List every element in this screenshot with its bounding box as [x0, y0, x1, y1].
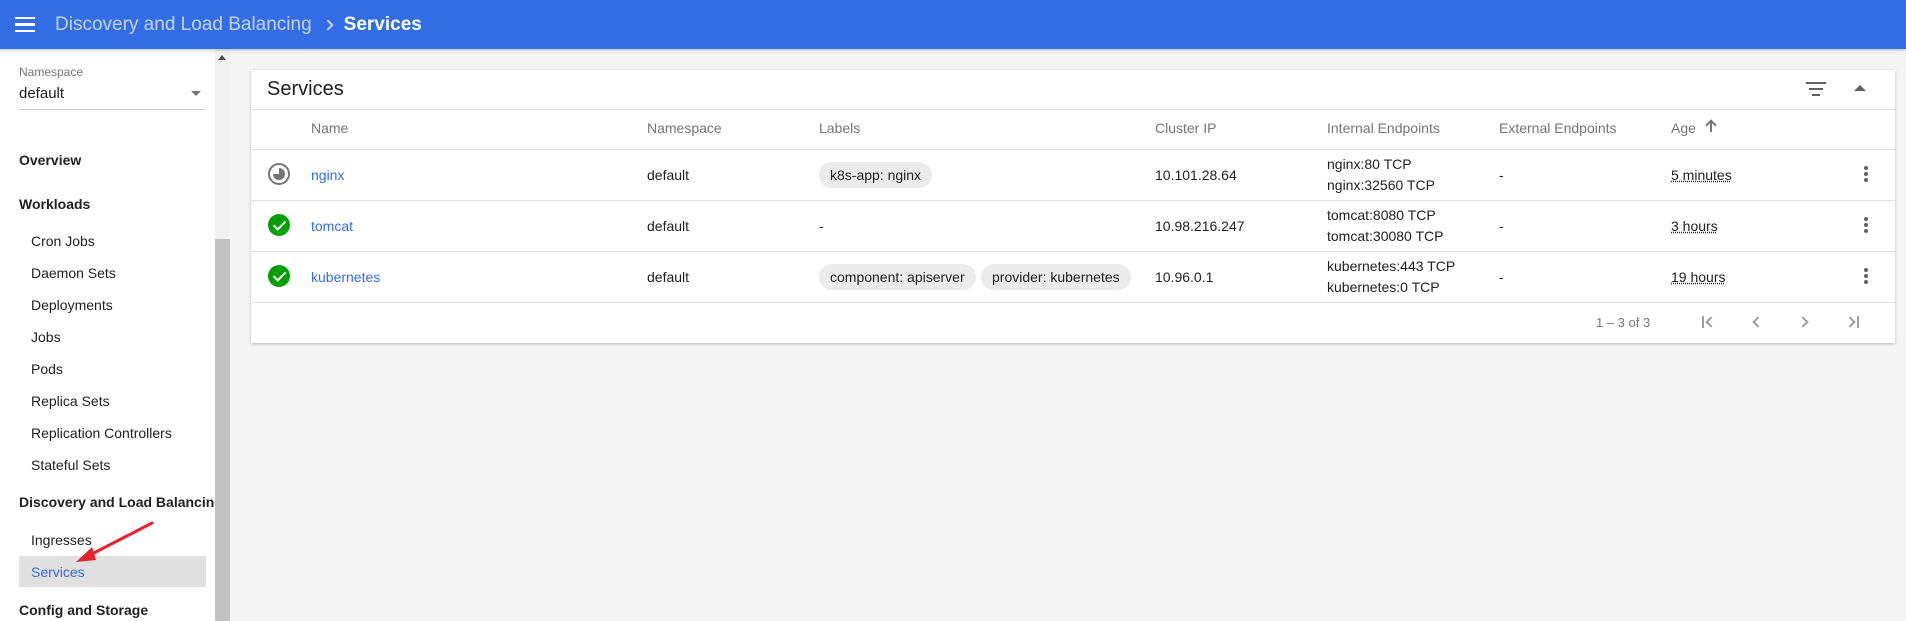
service-name-link[interactable]: kubernetes [311, 269, 380, 285]
collapse-icon[interactable] [1854, 85, 1866, 91]
services-card: Services Name Namespace Labels Cluster I… [251, 70, 1895, 343]
table-row: nginx default k8s-app: nginx 10.101.28.6… [251, 149, 1895, 200]
more-vert-icon[interactable] [1856, 267, 1876, 287]
header-namespace: Namespace [647, 120, 722, 136]
cluster-ip: 10.96.0.1 [1155, 269, 1214, 285]
sidebar-item-pods[interactable]: Pods [19, 353, 206, 384]
label-chip: component: apiserver [819, 264, 976, 290]
breadcrumb-current: Services [343, 13, 422, 35]
service-namespace: default [647, 218, 690, 234]
filter-icon[interactable] [1805, 82, 1827, 100]
cluster-ip: 10.98.216.247 [1155, 218, 1245, 234]
check-circle-icon [268, 214, 290, 236]
more-vert-icon[interactable] [1856, 165, 1876, 185]
service-age: 19 hours [1671, 269, 1726, 285]
sidebar-section-config[interactable]: Config and Storage [19, 602, 148, 618]
scrollbar-thumb[interactable] [215, 239, 230, 621]
pending-status-icon [268, 163, 290, 185]
internal-endpoints: nginx:80 TCP nginx:32560 TCP [1327, 154, 1435, 196]
sidebar-item-overview[interactable]: Overview [19, 152, 81, 168]
header-name[interactable]: Name [311, 120, 348, 136]
namespace-label: Namespace [19, 65, 84, 79]
sidebar-section-discovery[interactable]: Discovery and Load Balancing [19, 494, 223, 510]
scroll-up-icon[interactable] [218, 55, 226, 60]
sidebar-item-deployments[interactable]: Deployments [19, 289, 206, 320]
header-internal-endpoints: Internal Endpoints [1327, 120, 1440, 136]
endpoint: kubernetes:0 TCP [1327, 279, 1440, 295]
header-cluster-ip: Cluster IP [1155, 120, 1217, 136]
next-page-icon[interactable] [1795, 312, 1815, 332]
menu-icon[interactable] [15, 11, 43, 39]
endpoint: tomcat:30080 TCP [1327, 228, 1444, 244]
sidebar-item-replication-controllers[interactable]: Replication Controllers [19, 417, 206, 448]
sidebar-item-daemon-sets[interactable]: Daemon Sets [19, 257, 206, 288]
card-title: Services [267, 78, 344, 100]
check-circle-icon [268, 265, 290, 287]
internal-endpoints: kubernetes:443 TCP kubernetes:0 TCP [1327, 256, 1455, 298]
breadcrumb-parent[interactable]: Discovery and Load Balancing [55, 14, 312, 36]
endpoint: kubernetes:443 TCP [1327, 258, 1456, 274]
sidebar-item-jobs[interactable]: Jobs [19, 321, 206, 352]
header-external-endpoints: External Endpoints [1499, 120, 1617, 136]
last-page-icon[interactable] [1843, 312, 1863, 332]
service-name-link[interactable]: nginx [311, 167, 344, 183]
header-labels: Labels [819, 120, 861, 136]
endpoint: tomcat:8080 TCP [1327, 207, 1436, 223]
label-chip: k8s-app: nginx [819, 162, 933, 188]
service-name-link[interactable]: tomcat [311, 218, 353, 234]
external-endpoints: - [1499, 167, 1504, 183]
previous-page-icon[interactable] [1747, 312, 1767, 332]
sidebar: Namespace default Overview Workloads Cro… [0, 49, 230, 621]
first-page-icon[interactable] [1699, 312, 1719, 332]
service-age: 3 hours [1671, 218, 1718, 234]
cluster-ip: 10.101.28.64 [1155, 167, 1237, 183]
sidebar-item-services[interactable]: Services [19, 556, 206, 587]
namespace-value: default [19, 85, 65, 102]
more-vert-icon[interactable] [1856, 216, 1876, 236]
service-namespace: default [647, 167, 690, 183]
namespace-select[interactable]: default [19, 85, 205, 110]
service-age: 5 minutes [1671, 167, 1732, 183]
service-namespace: default [647, 269, 690, 285]
endpoint: nginx:32560 TCP [1327, 177, 1435, 193]
chevron-right-icon [322, 18, 334, 31]
external-endpoints: - [1499, 269, 1504, 285]
sidebar-item-ingresses[interactable]: Ingresses [19, 524, 206, 555]
sidebar-item-cron-jobs[interactable]: Cron Jobs [19, 225, 206, 256]
external-endpoints: - [1499, 218, 1504, 234]
sidebar-section-workloads[interactable]: Workloads [19, 196, 90, 212]
sort-ascending-icon[interactable] [1705, 119, 1717, 133]
endpoint: nginx:80 TCP [1327, 156, 1412, 172]
divider [251, 109, 1895, 110]
pagination-range: 1 – 3 of 3 [1596, 315, 1651, 330]
service-labels: - [819, 218, 824, 234]
sidebar-item-replica-sets[interactable]: Replica Sets [19, 385, 206, 416]
table-row: tomcat default - 10.98.216.247 tomcat:80… [251, 200, 1895, 251]
label-chip: provider: kubernetes [981, 264, 1131, 290]
sidebar-scrollbar[interactable] [215, 49, 230, 621]
dropdown-caret-icon [191, 91, 201, 96]
table-row: kubernetes default component: apiserver … [251, 251, 1895, 302]
sidebar-item-stateful-sets[interactable]: Stateful Sets [19, 449, 206, 480]
top-bar: Discovery and Load Balancing Services [0, 0, 1906, 49]
header-age[interactable]: Age [1671, 120, 1696, 136]
internal-endpoints: tomcat:8080 TCP tomcat:30080 TCP [1327, 205, 1443, 247]
divider [251, 302, 1895, 303]
